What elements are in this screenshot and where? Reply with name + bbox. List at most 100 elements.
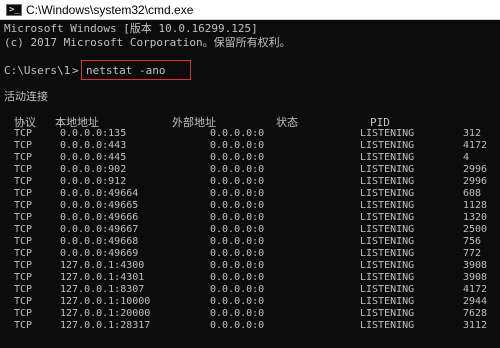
state-cell: LISTENING: [360, 308, 415, 319]
local-address-cell: 0.0.0.0:445: [60, 152, 127, 163]
state-cell: LISTENING: [360, 236, 415, 247]
local-address-cell: 127.0.0.1:4300: [60, 260, 145, 271]
foreign-address-cell: 0.0.0.0:0: [210, 272, 265, 283]
local-address-cell: 0.0.0.0:912: [60, 176, 127, 187]
table-row: TCP 127.0.0.1:28317 0.0.0.0:0 LISTENING …: [0, 320, 500, 332]
state-cell: LISTENING: [360, 188, 415, 199]
prompt-symbol: >: [72, 64, 79, 77]
table-row: TCP 127.0.0.1:20000 0.0.0.0:0 LISTENING …: [0, 308, 500, 320]
foreign-address-cell: 0.0.0.0:0: [210, 224, 265, 235]
foreign-address-cell: 0.0.0.0:0: [210, 308, 265, 319]
state-cell: LISTENING: [360, 224, 415, 235]
state-cell: LISTENING: [360, 164, 415, 175]
table-row: TCP 127.0.0.1:4301 0.0.0.0:0 LISTENING 3…: [0, 272, 500, 284]
local-address-cell: 0.0.0.0:49666: [60, 212, 139, 223]
proto-cell: TCP: [14, 260, 33, 271]
pid-cell: 4: [463, 152, 470, 163]
pid-cell: 2500: [463, 224, 488, 235]
state-cell: LISTENING: [360, 320, 415, 331]
proto-cell: TCP: [14, 164, 33, 175]
foreign-address-cell: 0.0.0.0:0: [210, 248, 265, 259]
pid-cell: 772: [463, 248, 482, 259]
foreign-address-cell: 0.0.0.0:0: [210, 320, 265, 331]
proto-cell: TCP: [14, 128, 33, 139]
table-row: TCP 0.0.0.0:49664 0.0.0.0:0 LISTENING 60…: [0, 188, 500, 200]
proto-cell: TCP: [14, 236, 33, 247]
pid-cell: 756: [463, 236, 482, 247]
local-address-cell: 127.0.0.1:28317: [60, 320, 151, 331]
foreign-address-cell: 0.0.0.0:0: [210, 212, 265, 223]
banner-line-1: Microsoft Windows [版本 10.0.16299.125]: [4, 22, 258, 35]
pid-cell: 3112: [463, 320, 488, 331]
banner-line-2: (c) 2017 Microsoft Corporation。保留所有权利。: [4, 36, 291, 49]
pid-cell: 2996: [463, 164, 488, 175]
foreign-address-cell: 0.0.0.0:0: [210, 152, 265, 163]
proto-cell: TCP: [14, 308, 33, 319]
prompt-path: C:\Users\1: [4, 64, 71, 77]
foreign-address-cell: 0.0.0.0:0: [210, 200, 265, 211]
window-title: C:\Windows\system32\cmd.exe: [26, 3, 194, 17]
local-address-cell: 0.0.0.0:902: [60, 164, 127, 175]
proto-cell: TCP: [14, 200, 33, 211]
state-cell: LISTENING: [360, 248, 415, 259]
state-cell: LISTENING: [360, 272, 415, 283]
local-address-cell: 127.0.0.1:4301: [60, 272, 145, 283]
cmd-window: >_ C:\Windows\system32\cmd.exe Microsoft…: [0, 0, 500, 348]
pid-cell: 3908: [463, 272, 488, 283]
proto-cell: TCP: [14, 188, 33, 199]
foreign-address-cell: 0.0.0.0:0: [210, 164, 265, 175]
proto-cell: TCP: [14, 272, 33, 283]
pid-cell: 1320: [463, 212, 488, 223]
pid-cell: 608: [463, 188, 482, 199]
pid-cell: 4172: [463, 284, 488, 295]
foreign-address-cell: 0.0.0.0:0: [210, 176, 265, 187]
local-address-cell: 0.0.0.0:49665: [60, 200, 139, 211]
pid-cell: 312: [463, 128, 482, 139]
table-row: TCP 127.0.0.1:4300 0.0.0.0:0 LISTENING 3…: [0, 260, 500, 272]
state-cell: LISTENING: [360, 296, 415, 307]
section-title: 活动连接: [4, 90, 48, 103]
pid-cell: 3908: [463, 260, 488, 271]
foreign-address-cell: 0.0.0.0:0: [210, 236, 265, 247]
state-cell: LISTENING: [360, 176, 415, 187]
table-row: TCP 0.0.0.0:443 0.0.0.0:0 LISTENING 4172: [0, 140, 500, 152]
table-row: TCP 0.0.0.0:49665 0.0.0.0:0 LISTENING 11…: [0, 200, 500, 212]
console-output[interactable]: Microsoft Windows [版本 10.0.16299.125] (c…: [0, 20, 500, 348]
foreign-address-cell: 0.0.0.0:0: [210, 260, 265, 271]
proto-cell: TCP: [14, 296, 33, 307]
console-icon: >_: [6, 4, 22, 16]
table-row: TCP 127.0.0.1:10000 0.0.0.0:0 LISTENING …: [0, 296, 500, 308]
local-address-cell: 0.0.0.0:49668: [60, 236, 139, 247]
local-address-cell: 0.0.0.0:49669: [60, 248, 139, 259]
table-row: TCP 0.0.0.0:49668 0.0.0.0:0 LISTENING 75…: [0, 236, 500, 248]
pid-cell: 7628: [463, 308, 488, 319]
proto-cell: TCP: [14, 212, 33, 223]
proto-cell: TCP: [14, 224, 33, 235]
state-cell: LISTENING: [360, 152, 415, 163]
title-bar[interactable]: >_ C:\Windows\system32\cmd.exe: [0, 0, 500, 20]
proto-cell: TCP: [14, 152, 33, 163]
table-row: TCP 0.0.0.0:49667 0.0.0.0:0 LISTENING 25…: [0, 224, 500, 236]
local-address-cell: 127.0.0.1:20000: [60, 308, 151, 319]
local-address-cell: 127.0.0.1:8307: [60, 284, 145, 295]
proto-cell: TCP: [14, 140, 33, 151]
proto-cell: TCP: [14, 284, 33, 295]
table-row: TCP 0.0.0.0:49666 0.0.0.0:0 LISTENING 13…: [0, 212, 500, 224]
local-address-cell: 0.0.0.0:135: [60, 128, 127, 139]
local-address-cell: 0.0.0.0:49667: [60, 224, 139, 235]
proto-cell: TCP: [14, 320, 33, 331]
table-row: TCP 0.0.0.0:445 0.0.0.0:0 LISTENING 4: [0, 152, 500, 164]
table-row: TCP 0.0.0.0:912 0.0.0.0:0 LISTENING 2996: [0, 176, 500, 188]
proto-cell: TCP: [14, 176, 33, 187]
state-cell: LISTENING: [360, 212, 415, 223]
state-cell: LISTENING: [360, 284, 415, 295]
pid-cell: 1128: [463, 200, 488, 211]
foreign-address-cell: 0.0.0.0:0: [210, 284, 265, 295]
table-row: TCP 127.0.0.1:8307 0.0.0.0:0 LISTENING 4…: [0, 284, 500, 296]
local-address-cell: 0.0.0.0:443: [60, 140, 127, 151]
foreign-address-cell: 0.0.0.0:0: [210, 296, 265, 307]
state-cell: LISTENING: [360, 260, 415, 271]
foreign-address-cell: 0.0.0.0:0: [210, 140, 265, 151]
pid-cell: 2944: [463, 296, 488, 307]
state-cell: LISTENING: [360, 200, 415, 211]
